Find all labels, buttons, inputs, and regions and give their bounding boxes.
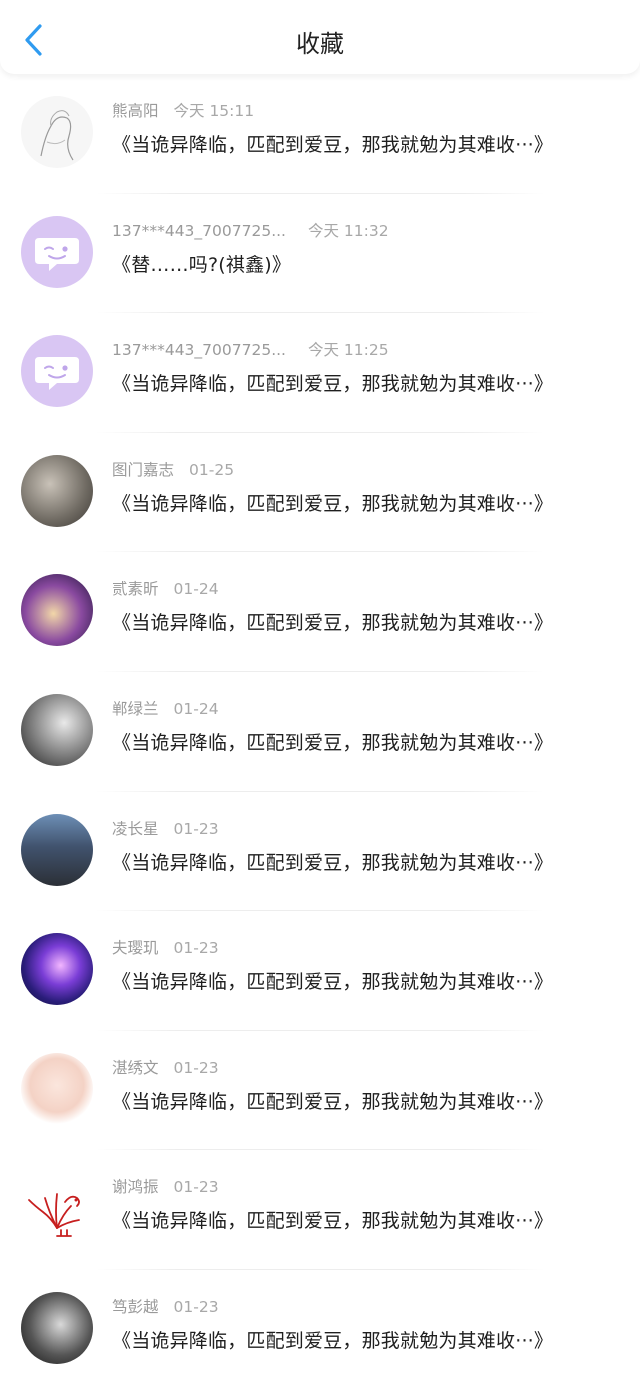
timestamp: 01-24	[173, 580, 219, 599]
book-title: 《当诡异降临，匹配到爱豆，那我就勉为其难收···》	[112, 731, 554, 754]
item-meta: 夫璎玑 01-23	[112, 936, 219, 958]
timestamp: 01-23	[173, 1058, 219, 1077]
avatar[interactable]	[21, 335, 93, 408]
user-name: 郸绿兰	[112, 699, 159, 718]
item-meta: 贰素昕 01-24	[112, 577, 219, 599]
user-name: 137***443_7007725...	[112, 221, 286, 240]
rooster-icon	[28, 1193, 80, 1238]
avatar[interactable]	[21, 1052, 93, 1125]
book-title: 《当诡异降临，匹配到爱豆，那我就勉为其难收···》	[112, 971, 554, 994]
user-name: 笃彭越	[112, 1297, 159, 1316]
timestamp: 今天 15:11	[173, 102, 255, 120]
avatar[interactable]	[21, 693, 93, 766]
item-meta: 凌长星 01-23	[112, 817, 219, 839]
user-name: 137***443_7007725...	[112, 341, 286, 360]
favorites-list: 熊高阳 今天 15:11 《当诡异降临，匹配到爱豆，那我就勉为其难收···》 13…	[0, 74, 640, 1390]
page-title: 收藏	[296, 30, 344, 58]
list-item[interactable]: 湛绣文 01-23 《当诡异降临，匹配到爱豆，那我就勉为其难收···》	[0, 1031, 640, 1151]
user-name: 熊高阳	[112, 102, 159, 120]
item-meta: 熊高阳 今天 15:11	[112, 99, 254, 121]
list-item[interactable]: 137***443_7007725... 今天 11:25 《当诡异降临，匹配到爱…	[0, 313, 640, 433]
list-item[interactable]: 凌长星 01-23 《当诡异降临，匹配到爱豆，那我就勉为其难收···》	[0, 792, 640, 912]
avatar[interactable]	[21, 813, 93, 886]
list-item[interactable]: 熊高阳 今天 15:11 《当诡异降临，匹配到爱豆，那我就勉为其难收···》	[0, 74, 640, 194]
timestamp: 01-23	[173, 1297, 219, 1316]
user-name: 图门嘉志	[112, 460, 175, 479]
timestamp: 今天 11:25	[307, 341, 389, 360]
avatar[interactable]	[21, 933, 93, 1006]
avatar[interactable]	[21, 96, 93, 168]
item-meta: 笃彭越 01-23	[112, 1295, 219, 1317]
timestamp: 01-23	[173, 1178, 219, 1197]
list-item[interactable]: 图门嘉志 01-25 《当诡异降临，匹配到爱豆，那我就勉为其难收···》	[0, 433, 640, 553]
book-title: 《当诡异降临，匹配到爱豆，那我就勉为其难收···》	[112, 851, 554, 874]
user-name: 夫璎玑	[112, 939, 159, 958]
top-bar: 收藏	[0, 0, 640, 74]
timestamp: 01-25	[189, 460, 235, 479]
chat-bubble-icon	[35, 237, 79, 271]
book-title: 《当诡异降临，匹配到爱豆，那我就勉为其难收···》	[112, 492, 554, 515]
avatar[interactable]	[21, 1291, 93, 1364]
avatar[interactable]	[21, 454, 93, 527]
timestamp: 01-24	[173, 699, 219, 718]
item-meta: 137***443_7007725... 今天 11:32	[112, 219, 389, 241]
list-item[interactable]: 贰素昕 01-24 《当诡异降临，匹配到爱豆，那我就勉为其难收···》	[0, 552, 640, 672]
avatar[interactable]	[21, 1172, 93, 1245]
item-meta: 郸绿兰 01-24	[112, 697, 219, 719]
avatar[interactable]	[21, 574, 93, 647]
user-name: 贰素昕	[112, 580, 159, 599]
book-title: 《当诡异降临，匹配到爱豆，那我就勉为其难收···》	[112, 373, 554, 396]
timestamp: 01-23	[173, 819, 219, 838]
item-meta: 137***443_7007725... 今天 11:25	[112, 338, 389, 360]
item-meta: 湛绣文 01-23	[112, 1056, 219, 1078]
list-item[interactable]: 笃彭越 01-23 《当诡异降临，匹配到爱豆，那我就勉为其难收···》	[0, 1270, 640, 1390]
timestamp: 今天 11:32	[307, 221, 389, 240]
timestamp: 01-23	[173, 939, 219, 958]
list-item[interactable]: 137***443_7007725... 今天 11:32 《替……吗?(祺鑫)》	[0, 194, 640, 314]
list-item[interactable]: 郸绿兰 01-24 《当诡异降临，匹配到爱豆，那我就勉为其难收···》	[0, 672, 640, 792]
book-title: 《当诡异降临，匹配到爱豆，那我就勉为其难收···》	[112, 134, 554, 156]
user-name: 湛绣文	[112, 1058, 159, 1077]
avatar[interactable]	[21, 215, 93, 288]
book-title: 《当诡异降临，匹配到爱豆，那我就勉为其难收···》	[112, 1090, 554, 1113]
item-meta: 谢鸿振 01-23	[112, 1175, 219, 1197]
list-item[interactable]: 夫璎玑 01-23 《当诡异降临，匹配到爱豆，那我就勉为其难收···》	[0, 911, 640, 1031]
book-title: 《当诡异降临，匹配到爱豆，那我就勉为其难收···》	[112, 612, 554, 635]
book-title: 《替……吗?(祺鑫)》	[112, 253, 292, 276]
list-item[interactable]: 谢鸿振 01-23 《当诡异降临，匹配到爱豆，那我就勉为其难收···》	[0, 1150, 640, 1270]
chat-bubble-icon	[35, 357, 79, 391]
user-name: 谢鸿振	[112, 1178, 159, 1197]
item-meta: 图门嘉志 01-25	[112, 458, 234, 480]
user-name: 凌长星	[112, 819, 159, 838]
book-title: 《当诡异降临，匹配到爱豆，那我就勉为其难收···》	[112, 1210, 554, 1233]
book-title: 《当诡异降临，匹配到爱豆，那我就勉为其难收···》	[112, 1329, 554, 1352]
